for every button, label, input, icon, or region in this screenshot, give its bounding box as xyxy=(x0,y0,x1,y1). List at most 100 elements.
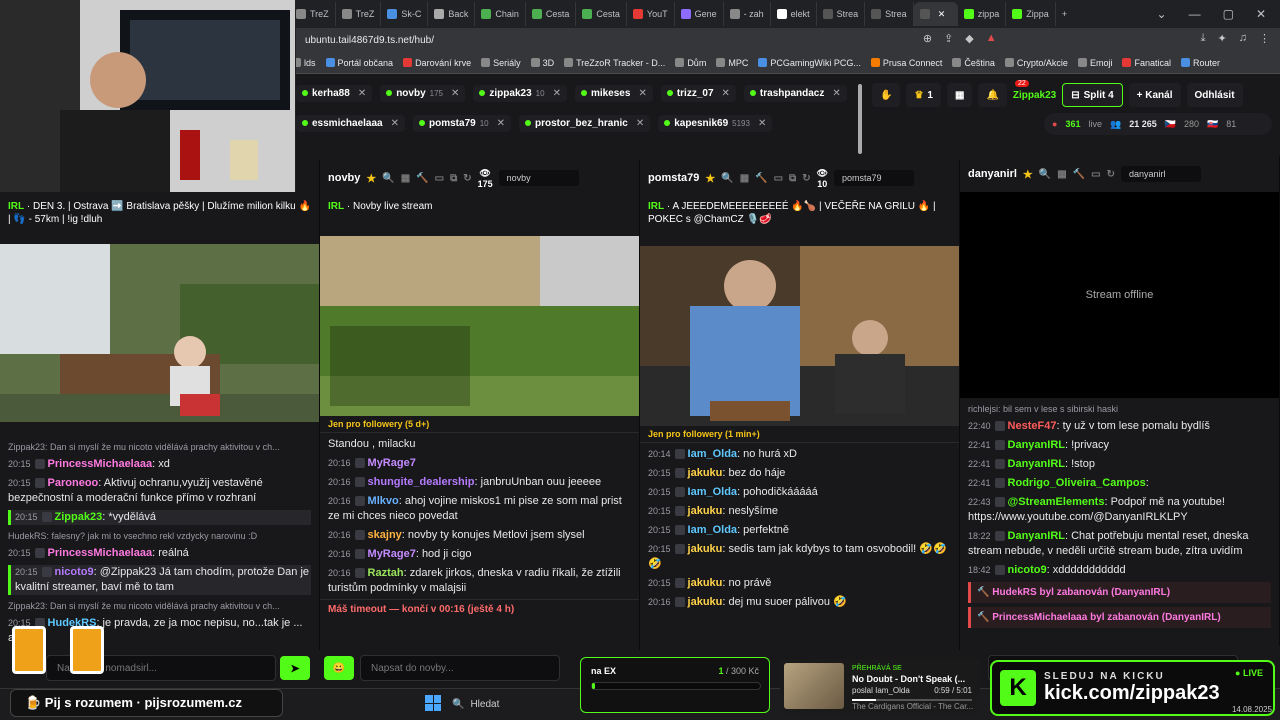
browser-tab[interactable]: Back xyxy=(428,2,476,26)
browser-tab[interactable]: Chain xyxy=(475,2,526,26)
chat-username[interactable]: shungite_dealership xyxy=(368,476,475,488)
remove-channel-icon[interactable]: ✕ xyxy=(497,118,505,129)
channel-chip[interactable]: mikeses ✕ xyxy=(574,84,653,102)
channel-chip[interactable]: prostor_bez_hranic ✕ xyxy=(519,114,651,132)
browser-tab[interactable]: zippa xyxy=(958,2,1007,26)
tab-close-icon[interactable]: ✕ xyxy=(938,9,946,20)
bookmark-item[interactable]: Darování krve xyxy=(403,58,471,68)
browser-tab[interactable]: - zah xyxy=(724,2,771,26)
minimize-icon[interactable]: — xyxy=(1189,7,1201,21)
bookmark-item[interactable]: Fanatical xyxy=(1122,58,1171,68)
layout-icon[interactable]: ▦ xyxy=(1057,169,1066,180)
tool-icon[interactable]: 🔨 xyxy=(416,173,428,184)
chat-username[interactable]: MyRage7 xyxy=(368,457,416,469)
search-icon[interactable]: 🔍 xyxy=(1039,169,1051,180)
chat-icon[interactable]: ▭ xyxy=(774,173,783,184)
bookmark-item[interactable]: Portál občana xyxy=(325,58,393,68)
channel-name[interactable]: danyanirl xyxy=(968,168,1017,180)
chat-username[interactable]: Iam_Olda xyxy=(688,524,738,536)
channel-chip[interactable]: trizz_07 ✕ xyxy=(660,84,736,102)
bookmark-item[interactable]: TreZzoR Tracker - D... xyxy=(564,58,665,68)
channel-name[interactable]: pomsta79 xyxy=(648,172,699,184)
notifications-button[interactable]: 🔔 xyxy=(978,83,1007,107)
chat-username[interactable]: Iam_Olda xyxy=(688,448,738,460)
tool-icon[interactable]: 🔨 xyxy=(755,173,767,184)
zoom-icon[interactable]: ⊕ xyxy=(923,32,932,45)
popout-icon[interactable]: ⧉ xyxy=(450,173,457,184)
channel-name[interactable]: novby xyxy=(328,172,360,184)
popout-icon[interactable]: ⧉ xyxy=(789,173,796,184)
chat-username[interactable]: DanyanIRL xyxy=(1008,458,1065,470)
chat-username[interactable]: NesteF47 xyxy=(1008,420,1057,432)
bookmark-item[interactable]: Prusa Connect xyxy=(870,58,942,68)
media-icon[interactable]: ♫ xyxy=(1239,32,1247,45)
chat-icon[interactable]: ▭ xyxy=(435,173,444,184)
channel-input[interactable]: novby xyxy=(498,170,579,186)
favorite-star-icon[interactable]: ★ xyxy=(1023,168,1033,181)
chat-icon[interactable]: ▭ xyxy=(1091,169,1100,180)
split-button[interactable]: ⊟ Split 4 xyxy=(1062,83,1123,107)
chat-username[interactable]: PrincessMichaelaaa xyxy=(48,458,153,470)
logout-button[interactable]: Odhlásit xyxy=(1186,83,1243,107)
chat-username[interactable]: Paroneoo xyxy=(48,477,99,489)
mod-button[interactable]: ✋ xyxy=(872,83,901,107)
bookmark-item[interactable]: Router xyxy=(1180,58,1220,68)
channel-chip[interactable]: kerha88 ✕ xyxy=(296,84,373,102)
layout-icon[interactable]: ▦ xyxy=(740,173,749,184)
url-field[interactable]: ubuntu.tail4867d9.ts.net/hub/ xyxy=(305,35,434,46)
chat-username[interactable]: Zippak23 xyxy=(55,511,103,523)
browser-tab[interactable]: ✕ xyxy=(913,2,958,26)
search-icon[interactable]: 🔍 xyxy=(721,173,733,184)
browser-tab[interactable]: Cesta xyxy=(576,2,627,26)
bookmark-item[interactable]: Seriály xyxy=(481,58,521,68)
chat-username[interactable]: nicoto9 xyxy=(55,566,94,578)
chat-username[interactable]: DanyanIRL xyxy=(1008,530,1065,542)
browser-tab[interactable]: TreZ xyxy=(336,2,382,26)
extensions-icon[interactable]: ✦ xyxy=(1218,32,1227,45)
chat-username[interactable]: MyRage7 xyxy=(368,548,416,560)
refresh-icon[interactable]: ↻ xyxy=(1107,169,1115,180)
offline-player[interactable]: Stream offline xyxy=(960,192,1279,398)
current-user[interactable]: Zippak23 xyxy=(1013,90,1056,101)
remove-channel-icon[interactable]: ✕ xyxy=(638,88,646,99)
refresh-icon[interactable]: ↻ xyxy=(802,173,810,184)
bookmark-item[interactable]: 3D xyxy=(530,58,554,68)
chat-username[interactable]: jakuku xyxy=(688,505,723,517)
remove-channel-icon[interactable]: ✕ xyxy=(451,88,459,99)
remove-channel-icon[interactable]: ✕ xyxy=(391,118,399,129)
layout-button[interactable]: ▦ xyxy=(946,83,973,107)
chat-username[interactable]: PrincessMichaelaaa xyxy=(48,547,153,559)
warning-icon[interactable]: ▲ xyxy=(986,32,997,45)
channel-chip[interactable]: zippak23 10 ✕ xyxy=(473,84,567,102)
layout-icon[interactable]: ▦ xyxy=(401,173,410,184)
windows-start-icon[interactable] xyxy=(425,695,441,711)
remove-channel-icon[interactable]: ✕ xyxy=(758,118,766,129)
mentions-button[interactable]: ♛ 1 xyxy=(906,83,941,107)
channel-input[interactable]: pomsta79 xyxy=(834,170,915,186)
video-player[interactable] xyxy=(640,246,959,426)
channel-chip[interactable]: novby 175 ✕ xyxy=(380,84,466,102)
maximize-icon[interactable]: ▢ xyxy=(1223,7,1234,21)
chat-input-2[interactable]: Napsat do novby... xyxy=(360,655,560,681)
chat-username[interactable]: Raztah xyxy=(368,567,404,579)
channel-input[interactable]: danyanirl xyxy=(1120,166,1201,182)
remove-channel-icon[interactable]: ✕ xyxy=(358,88,366,99)
chat-username[interactable]: Iam_Olda xyxy=(688,486,738,498)
browser-tab[interactable]: TreZ xyxy=(290,2,336,26)
remove-channel-icon[interactable]: ✕ xyxy=(832,88,840,99)
remove-channel-icon[interactable]: ✕ xyxy=(553,88,561,99)
favorite-star-icon[interactable]: ★ xyxy=(705,172,715,185)
video-player[interactable] xyxy=(320,236,639,416)
browser-tab[interactable]: Cesta xyxy=(526,2,577,26)
browser-tab[interactable]: Strea xyxy=(817,2,866,26)
bookmark-item[interactable]: MPC xyxy=(716,58,748,68)
chat-username[interactable]: skajny xyxy=(368,529,402,541)
bookmark-item[interactable]: Crypto/Akcie xyxy=(1004,58,1068,68)
bookmark-item[interactable]: Čeština xyxy=(952,58,995,68)
browser-tab[interactable]: Sk-C xyxy=(381,2,429,26)
chat-username[interactable]: DanyanIRL xyxy=(1008,439,1065,451)
bookmark-item[interactable]: Dům xyxy=(675,58,706,68)
share-icon[interactable]: ⇪ xyxy=(944,32,953,45)
add-channel-button[interactable]: + Kanál xyxy=(1128,83,1181,107)
taskbar-search[interactable]: 🔍 Hledat xyxy=(452,692,572,716)
